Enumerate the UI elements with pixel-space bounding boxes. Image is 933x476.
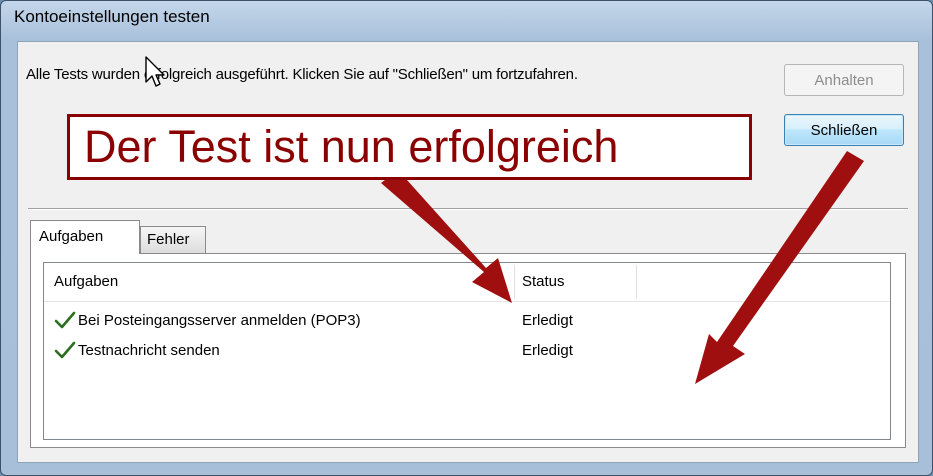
checkmark-icon [54,310,76,330]
tab-panel: Aufgaben Status Bei Posteingangsserver a… [30,253,906,448]
task-list[interactable]: Aufgaben Status Bei Posteingangsserver a… [43,262,891,440]
annotation-callout: Der Test ist nun erfolgreich [67,114,752,180]
table-row[interactable]: Bei Posteingangsserver anmelden (POP3) E… [44,307,890,335]
column-header-tasks[interactable]: Aufgaben [54,263,118,301]
task-name: Bei Posteingangsserver anmelden (POP3) [78,312,361,329]
tab-aufgaben[interactable]: Aufgaben [30,220,140,254]
checkmark-icon [54,340,76,360]
dialog-title: Kontoeinstellungen testen [14,7,210,26]
dialog-client-area: Alle Tests wurden erfolgreich ausgeführt… [17,41,919,463]
status-message: Alle Tests wurden erfolgreich ausgeführt… [26,66,578,83]
task-status: Erledigt [522,342,573,359]
tab-fehler[interactable]: Fehler [140,226,206,254]
stop-button[interactable]: Anhalten [784,64,904,96]
close-button[interactable]: Schließen [784,114,904,146]
list-header: Aufgaben Status [44,263,890,302]
mouse-cursor-icon [145,56,167,95]
dialog-window: Kontoeinstellungen testen Alle Tests wur… [0,0,933,476]
task-name: Testnachricht senden [78,342,220,359]
separator [28,208,908,210]
column-header-status[interactable]: Status [522,263,565,301]
table-row[interactable]: Testnachricht senden Erledigt [44,337,890,365]
column-divider [636,265,637,299]
task-status: Erledigt [522,312,573,329]
column-divider [514,265,515,299]
